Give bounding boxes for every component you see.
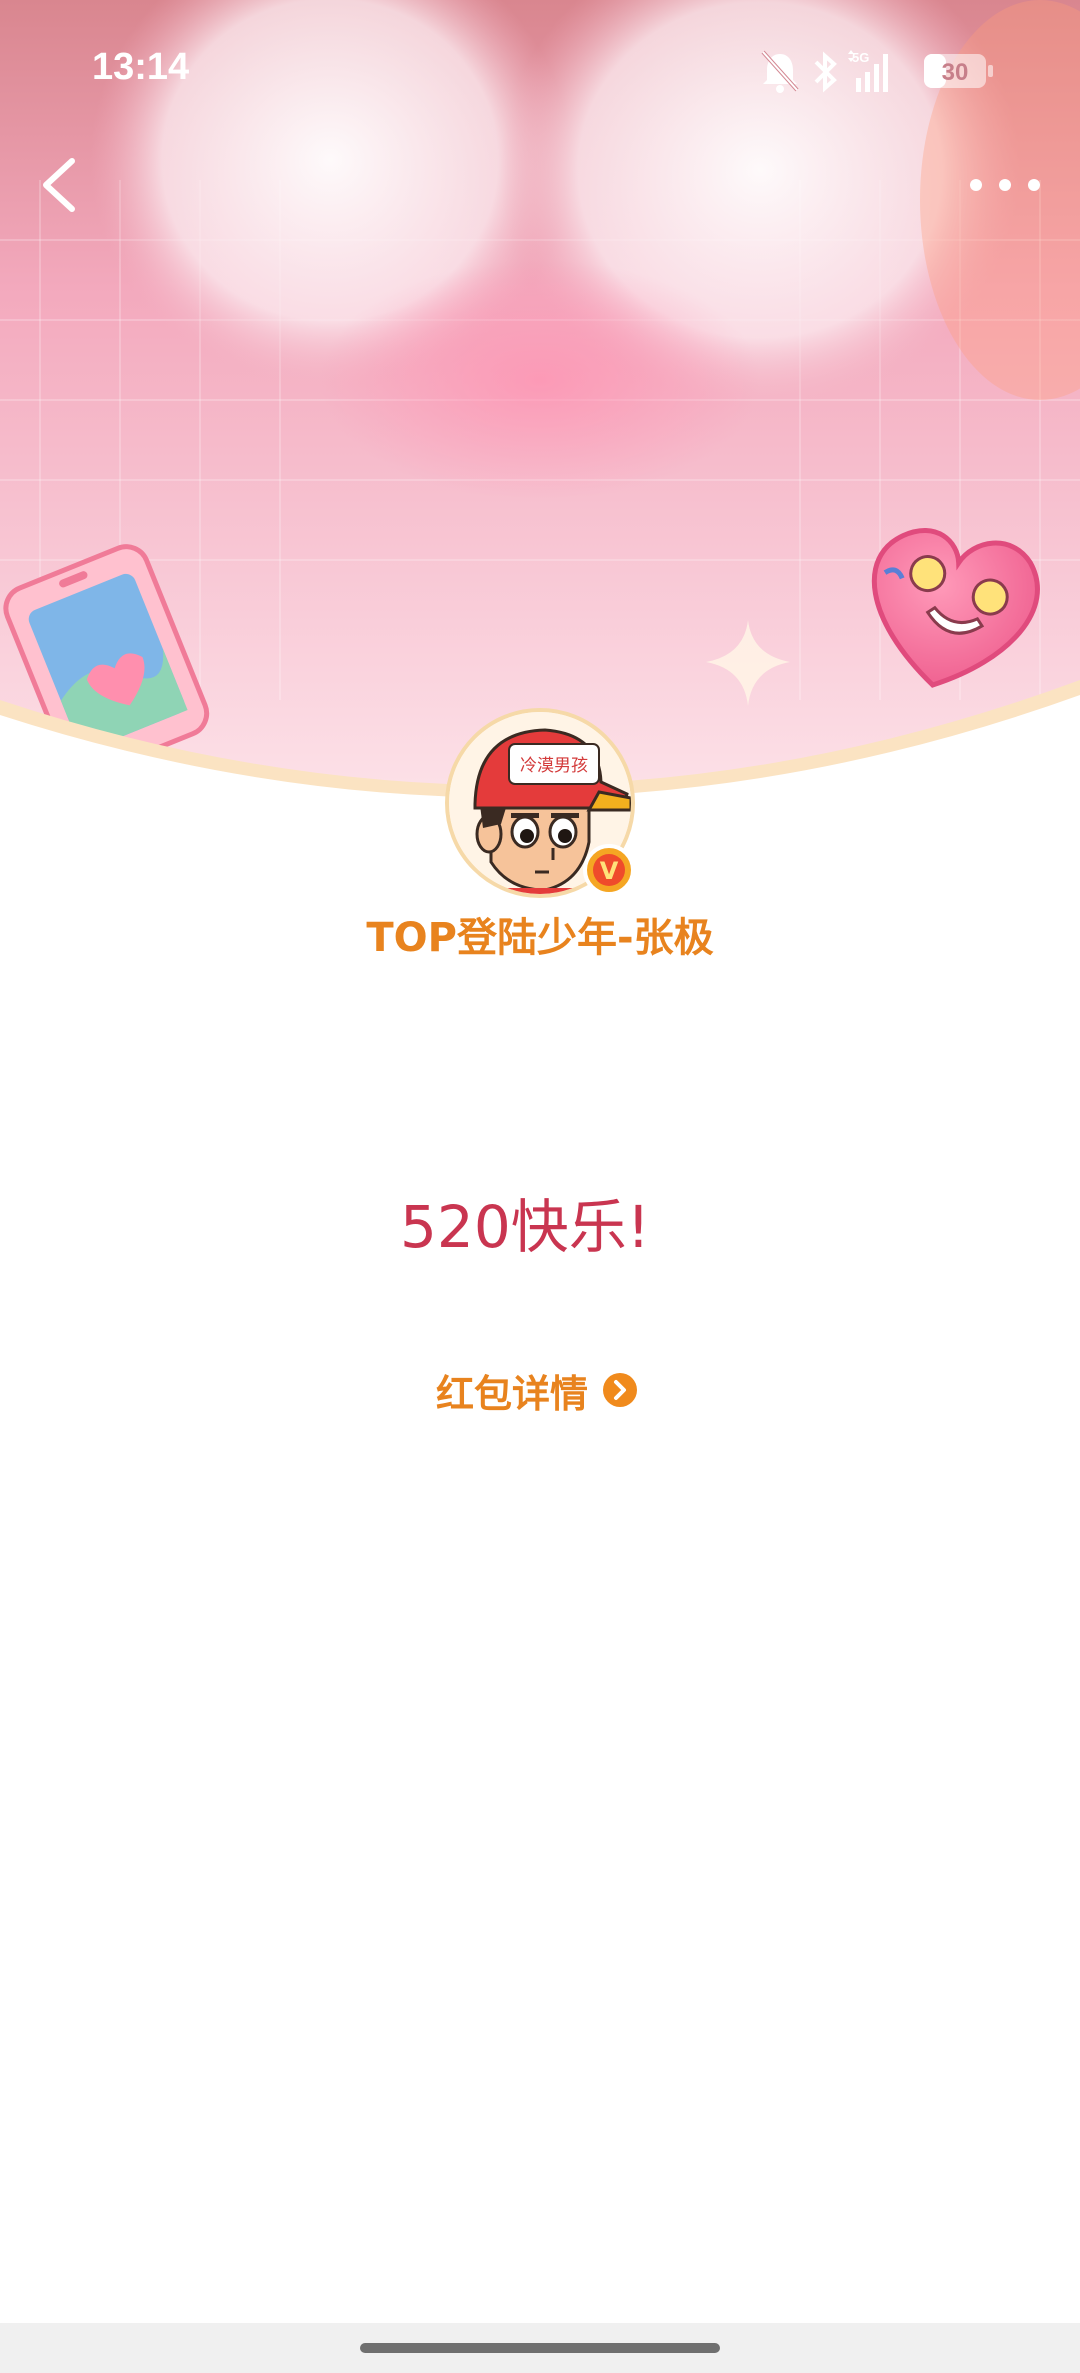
more-dots-icon [970,179,1040,191]
back-button[interactable] [30,145,110,225]
sender-username: TOP登陆少年-张极 [366,915,714,961]
verified-v-icon: V [583,844,635,896]
verified-mark: V [600,857,619,885]
bell-muted-icon [761,50,799,93]
chevron-right-circle-icon [603,1373,638,1407]
avatar-container: 冷漠男孩 V [445,708,635,898]
more-button[interactable] [960,160,1050,210]
verified-badge: V [583,844,635,896]
red-packet-details-link[interactable]: 红包详情 [436,1360,638,1420]
battery-icon: 30 [924,54,993,88]
red-packet-page: 13:14 5G 30 冷漠男孩 V TOP登陆少年-张极 520快乐! 红包详… [0,0,1080,2373]
status-icons: 5G 30 [760,48,1000,96]
chevron-left-icon [43,158,75,212]
bluetooth-icon [814,51,837,93]
network-label: 5G [852,50,869,65]
status-time: 13:14 [92,46,190,88]
avatar-caption: 冷漠男孩 [520,756,588,776]
signal-icon: 5G [848,50,888,92]
greeting-message: 520快乐! [400,1193,650,1261]
details-link-label: 红包详情 [436,1371,589,1416]
gesture-bar [0,2323,1080,2373]
home-indicator[interactable] [360,2343,720,2353]
battery-level: 30 [942,59,969,86]
status-bar: 13:14 5G 30 [0,0,1080,140]
